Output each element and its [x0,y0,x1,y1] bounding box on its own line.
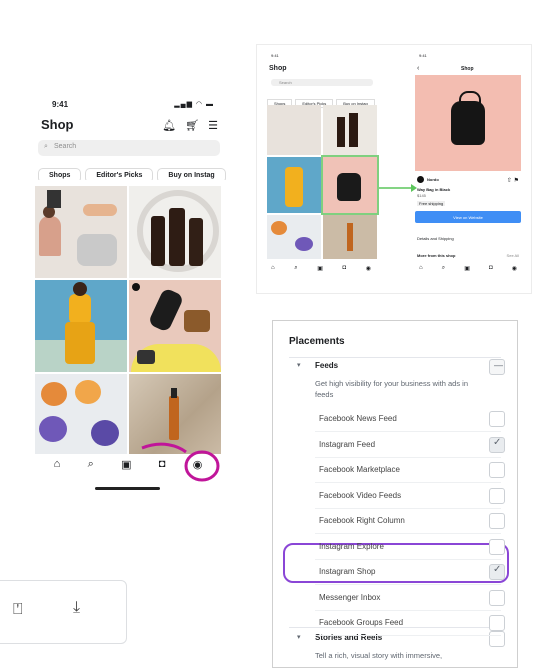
product-grid [35,186,221,454]
action-toolbar: ⍞ ⤓ [0,580,127,644]
checkmark-icon: ✓ [493,564,502,575]
shop-grid-screen: 9:41 Shop Search Shops Editor's Picks Buy … [257,45,381,293]
placement-checkbox[interactable]: ✓ [489,436,505,453]
feeds-collapse-icon[interactable]: ▾ [297,361,301,369]
left-screen-nav: ⌂ ⌕ ▣ ◘ ◉ [271,265,371,272]
product-tile-clothes[interactable] [35,186,127,278]
mini-tile-2[interactable] [323,105,377,155]
stories-description: Tell a rich, visual story with immersive… [315,651,443,660]
right-screen-title: Shop [461,66,474,72]
more-from-shop-label: More from this shop [417,253,456,258]
search-icon[interactable]: ⌕ [294,265,297,272]
instagram-shop-flow-screens: 9:41 Shop Search Shops Editor's Picks Buy … [256,44,532,294]
product-detail-screen: 9:41 ‹ Shop Nordo Way Bag in Black $145 … [415,53,521,272]
product-tile-yellow-outfit[interactable] [35,280,127,372]
row-divider [315,635,501,636]
search-placeholder: Search [54,143,77,150]
feeds-description: Get high visibility for your business wi… [315,379,468,399]
placement-checkbox[interactable]: ✓ [489,564,505,580]
status-time: 9:41 [52,100,69,109]
placement-checkbox[interactable] [489,589,505,606]
mini-tile-5[interactable] [267,215,321,259]
right-screen-nav: ⌂ ⌕ ▣ ◘ ◉ [419,265,517,272]
see-all-link[interactable]: See All [507,253,519,258]
shop-icon[interactable]: ◘ [159,458,166,476]
back-icon[interactable]: ‹ [417,65,419,72]
details-shipping-row[interactable]: Details and Shipping [417,236,454,241]
cart-icon[interactable]: 🛒︎ [185,120,199,132]
pill-shops[interactable]: Shops [38,168,82,180]
profile-icon[interactable]: ◉ [512,265,517,272]
product-name: Way Bag in Black [417,187,451,192]
view-on-website-button[interactable]: View on Website [415,211,521,223]
placement-checkbox[interactable] [489,487,505,504]
home-icon[interactable]: ⌂ [419,265,423,272]
row-divider [315,558,501,560]
row-divider [315,431,501,432]
bell-icon[interactable]: 🔔︎ [162,120,176,132]
left-screen-title: Shop [269,65,287,72]
placements-heading: Placements [289,336,345,347]
feeds-group-checkbox[interactable]: — [489,359,505,375]
search-icon[interactable]: ⌕ [442,265,445,272]
share-save-icons[interactable]: ⇧ ⚑ [507,177,519,184]
mini-tile-3[interactable] [267,157,321,213]
product-tag: Free shipping [417,201,446,206]
menu-icon[interactable]: ☰ [208,120,218,132]
pill-editors-picks[interactable]: Editor's Picks [85,168,154,180]
placement-checkbox[interactable] [489,513,505,529]
pill-buy-on-instagram[interactable]: Buy on Instag [157,168,226,180]
placements-panel: Placements ▾ Feeds — Get high visibility… [272,320,518,668]
placement-checkbox[interactable] [489,462,505,478]
left-screen-search[interactable]: Search [279,80,292,85]
checkmark-icon: ✓ [493,436,502,448]
stories-group-checkbox[interactable] [489,631,505,647]
brand-avatar [417,176,424,183]
download-icon[interactable]: ⤓ [73,599,80,617]
shop-icon[interactable]: ◘ [343,265,347,272]
mini-tile-bag-selected[interactable] [321,155,379,215]
home-icon[interactable]: ⌂ [54,458,61,476]
row-divider [315,533,501,534]
product-tile-bags[interactable] [129,280,221,372]
mini-tile-6[interactable] [323,215,377,259]
product-price: $145 [417,193,426,198]
product-tile-bottles[interactable] [129,186,221,278]
search-input[interactable]: ⌕ Search [38,140,220,156]
search-icon[interactable]: ⌕ [88,458,94,476]
product-image[interactable] [415,75,521,171]
cta-label: View on Website [453,215,483,220]
search-icon: ⌕ [44,143,48,150]
reels-icon[interactable]: ▣ [121,458,131,476]
home-icon[interactable]: ⌂ [271,265,275,272]
stories-collapse-icon[interactable]: ▾ [297,633,301,641]
placement-checkbox[interactable] [489,411,505,427]
placement-checkbox[interactable] [489,538,505,555]
reels-icon[interactable]: ▣ [464,265,470,272]
row-divider [315,507,501,509]
instagram-shop-phone: 9:41 ▂▄▆ ◠ ▬ Shop 🔔︎ 🛒︎ ☰ ⌕ Search Shops Ed… [30,90,226,500]
placement-checkbox[interactable] [489,615,505,631]
profile-icon[interactable]: ◉ [366,265,371,272]
row-divider [315,456,501,458]
feeds-label: Feeds [315,361,339,370]
profile-icon[interactable]: ◉ [193,458,203,476]
brand-name: Nordo [427,177,439,182]
mini-tile-1[interactable] [267,105,321,155]
home-indicator [95,487,160,490]
product-tile-sunglasses[interactable] [35,374,127,454]
header-icons: 🔔︎ 🛒︎ ☰ [153,119,218,132]
row-divider [315,609,501,611]
row-divider [315,482,501,483]
shop-icon[interactable]: ◘ [489,265,493,272]
category-pills: Shops Editor's Picks Buy on Instag [38,164,226,180]
present-icon[interactable]: ⍞ [13,601,23,619]
row-divider [315,584,501,585]
reels-icon[interactable]: ▣ [317,265,323,272]
bottom-nav: ⌂ ⌕ ▣ ◘ ◉ [40,458,216,476]
status-icons: ▂▄▆ ◠ ▬ [174,101,214,108]
page-title: Shop [41,117,74,132]
